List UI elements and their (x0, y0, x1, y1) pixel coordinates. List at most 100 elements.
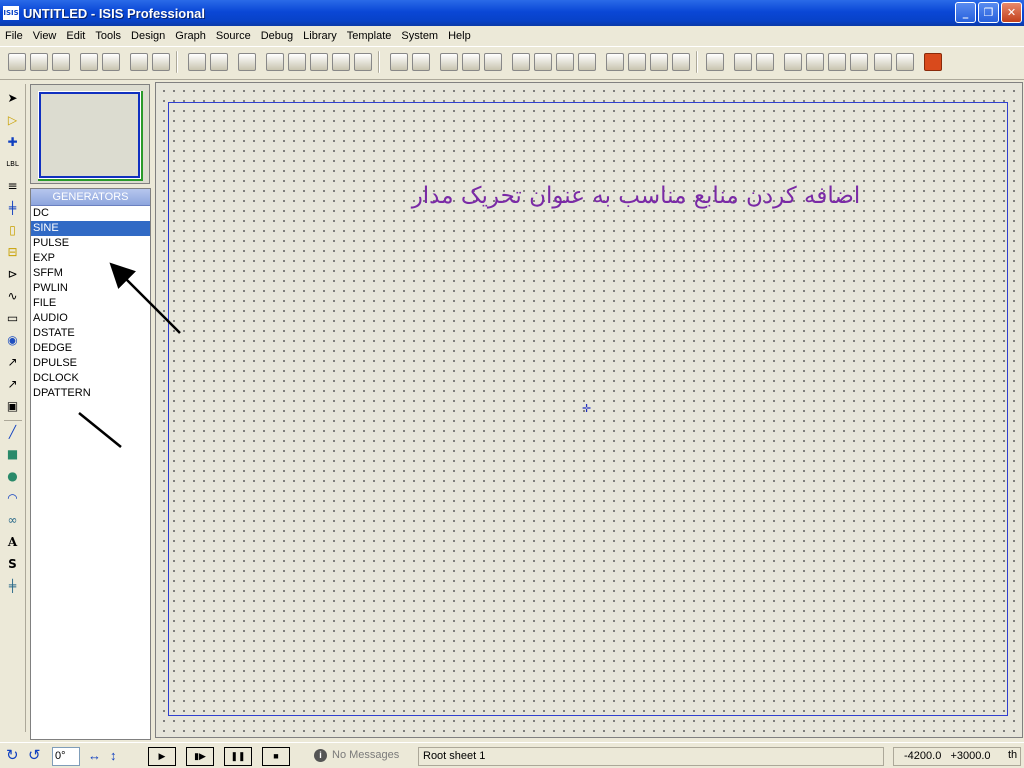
packaging-tool-icon[interactable] (650, 53, 668, 71)
generator-item-dstate[interactable]: DSTATE (31, 326, 150, 341)
play-button[interactable]: ▶ (148, 747, 176, 766)
redraw-icon[interactable] (188, 53, 206, 71)
box-tool-icon[interactable]: ■ (4, 446, 21, 462)
stop-button[interactable]: ■ (262, 747, 290, 766)
grid-icon[interactable] (210, 53, 228, 71)
menu-library[interactable]: Library (298, 30, 342, 42)
redo-icon[interactable] (412, 53, 430, 71)
search-tag-icon[interactable] (734, 53, 752, 71)
menu-template[interactable]: Template (342, 30, 397, 42)
exit-to-parent-icon[interactable] (850, 53, 868, 71)
text-script-icon[interactable]: ≡ (4, 178, 21, 194)
selection-mode-icon[interactable]: ➤ (4, 90, 21, 106)
overview-window[interactable] (30, 84, 150, 184)
circle-tool-icon[interactable]: ● (4, 468, 21, 484)
step-button[interactable]: ▮▶ (186, 747, 214, 766)
close-button[interactable]: ✕ (1001, 2, 1022, 23)
menu-design[interactable]: Design (126, 30, 170, 42)
voltage-probe-icon[interactable]: ↗ (4, 354, 21, 370)
generator-item-exp[interactable]: EXP (31, 251, 150, 266)
design-explorer-icon[interactable] (784, 53, 802, 71)
arc-tool-icon[interactable]: ◠ (4, 490, 21, 506)
text-tool-icon[interactable]: A (4, 534, 21, 550)
symbol-tool-icon[interactable]: S (4, 556, 21, 572)
generator-item-pwlin[interactable]: PWLIN (31, 281, 150, 296)
schematic-canvas[interactable]: اضافه کردن منابع مناسب به عنوان تحریک مد… (155, 82, 1023, 738)
marker-tool-icon[interactable]: ╪ (4, 578, 21, 594)
undo-icon[interactable] (390, 53, 408, 71)
generator-item-dpulse[interactable]: DPULSE (31, 356, 150, 371)
terminals-icon[interactable]: ⊟ (4, 244, 21, 260)
block-rotate-icon[interactable] (556, 53, 574, 71)
current-probe-icon[interactable]: ↗ (4, 376, 21, 392)
menu-view[interactable]: View (28, 30, 62, 42)
generator-item-dedge[interactable]: DEDGE (31, 341, 150, 356)
generator-item-dclock[interactable]: DCLOCK (31, 371, 150, 386)
decompose-icon[interactable] (672, 53, 690, 71)
junction-dot-icon[interactable]: ✚ (4, 134, 21, 150)
rotate-clockwise-icon[interactable]: ↻ (6, 747, 19, 766)
menu-source[interactable]: Source (211, 30, 256, 42)
remove-sheet-icon[interactable] (828, 53, 846, 71)
pick-device-icon[interactable] (606, 53, 624, 71)
graph-mode-icon[interactable]: ∿ (4, 288, 21, 304)
menu-file[interactable]: File (0, 30, 28, 42)
menu-edit[interactable]: Edit (61, 30, 90, 42)
generator-item-dc[interactable]: DC (31, 206, 150, 221)
mirror-horizontal-icon[interactable]: ↔ (88, 747, 101, 766)
export-icon[interactable] (102, 53, 120, 71)
print-area-icon[interactable] (152, 53, 170, 71)
block-move-icon[interactable] (534, 53, 552, 71)
device-pins-icon[interactable]: ⊳ (4, 266, 21, 282)
minimize-button[interactable]: _ (955, 2, 976, 23)
ares-netlist-icon[interactable] (924, 53, 942, 71)
block-delete-icon[interactable] (578, 53, 596, 71)
bill-of-materials-icon[interactable] (874, 53, 892, 71)
zoom-all-icon[interactable] (332, 53, 350, 71)
rotate-anticlockwise-icon[interactable]: ↺ (28, 747, 41, 766)
generator-item-sine[interactable]: SINE (31, 221, 150, 236)
buses-icon[interactable]: ╪ (4, 200, 21, 216)
subcircuit-icon[interactable]: ▯ (4, 222, 21, 238)
units-label[interactable]: th (1008, 747, 1017, 766)
cut-icon[interactable] (440, 53, 458, 71)
maximize-button[interactable]: ❐ (978, 2, 999, 23)
generator-item-dpattern[interactable]: DPATTERN (31, 386, 150, 401)
generator-item-pulse[interactable]: PULSE (31, 236, 150, 251)
wire-label-icon[interactable]: LBL (4, 156, 21, 172)
wire-autorouter-icon[interactable] (706, 53, 724, 71)
zoom-in-icon[interactable] (288, 53, 306, 71)
menu-debug[interactable]: Debug (256, 30, 298, 42)
message-indicator[interactable]: i No Messages (312, 747, 408, 766)
component-mode-icon[interactable]: ▷ (4, 112, 21, 128)
copy-icon[interactable] (462, 53, 480, 71)
import-icon[interactable] (80, 53, 98, 71)
menu-help[interactable]: Help (443, 30, 476, 42)
origin-icon[interactable] (238, 53, 256, 71)
menu-system[interactable]: System (396, 30, 443, 42)
generator-item-sffm[interactable]: SFFM (31, 266, 150, 281)
pause-button[interactable]: ❚❚ (224, 747, 252, 766)
zoom-area-icon[interactable] (354, 53, 372, 71)
new-sheet-icon[interactable] (806, 53, 824, 71)
electrical-rules-check-icon[interactable] (896, 53, 914, 71)
generator-item-audio[interactable]: AUDIO (31, 311, 150, 326)
paste-icon[interactable] (484, 53, 502, 71)
open-icon[interactable] (30, 53, 48, 71)
property-assignment-icon[interactable] (756, 53, 774, 71)
generator-item-file[interactable]: FILE (31, 296, 150, 311)
generator-mode-icon[interactable]: ◉ (4, 332, 21, 348)
path-tool-icon[interactable]: ∞ (4, 512, 21, 528)
line-tool-icon[interactable]: ╱ (4, 424, 21, 440)
menu-graph[interactable]: Graph (170, 30, 211, 42)
virtual-instruments-icon[interactable]: ▣ (4, 398, 21, 414)
print-icon[interactable] (130, 53, 148, 71)
menu-tools[interactable]: Tools (90, 30, 126, 42)
save-icon[interactable] (52, 53, 70, 71)
make-device-icon[interactable] (628, 53, 646, 71)
pan-icon[interactable] (266, 53, 284, 71)
zoom-out-icon[interactable] (310, 53, 328, 71)
mirror-vertical-icon[interactable]: ↕ (110, 747, 117, 766)
rotation-angle-field[interactable]: 0° (52, 747, 80, 766)
tape-recorder-icon[interactable]: ▭ (4, 310, 21, 326)
